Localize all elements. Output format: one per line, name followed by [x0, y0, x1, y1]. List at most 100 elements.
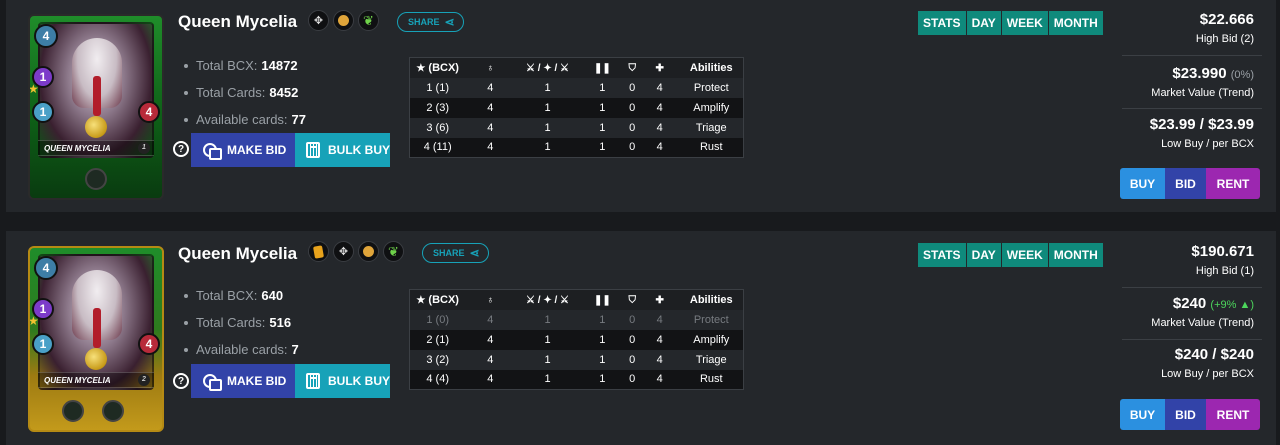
card-listing: 4 1 ★ 1 4 QUEEN MYCELIA 2 Queen Mycelia …	[6, 231, 1276, 445]
table-cell: Rust	[679, 137, 744, 158]
bulk-buy-label: BULK BUY	[328, 143, 390, 157]
table-row: 1 (1) 4 1 1 0 4 Protect	[409, 77, 744, 98]
table-row: 2 (1) 4 1 1 0 4 Amplify	[409, 329, 744, 350]
table-cell: 1	[579, 309, 625, 330]
table-cell: 1	[579, 77, 625, 98]
table-header-cell: ⚔ / ✦ / ⚔	[515, 57, 580, 78]
card-orb	[85, 116, 107, 138]
card-image[interactable]: 4 1 ★ 1 4 QUEEN MYCELIA 1	[28, 14, 164, 200]
neutral-icon	[358, 241, 379, 262]
table-cell: 4	[465, 117, 516, 138]
card-listing: 4 1 ★ 1 4 QUEEN MYCELIA 1 Queen Mycelia …	[6, 0, 1276, 212]
buy-button[interactable]: BUY	[1120, 168, 1165, 199]
low-buy: $240 / $240 Low Buy / per BCX	[1161, 346, 1254, 380]
tab-week[interactable]: WEEK	[1001, 243, 1048, 267]
help-icon[interactable]: ?	[173, 141, 189, 157]
share-button[interactable]: SHARE ⋖	[397, 12, 464, 32]
table-cell: 2 (1)	[409, 329, 466, 350]
attack-icon: ⚔ / ✦ / ⚔	[526, 62, 570, 74]
bid-button[interactable]: BID	[1165, 399, 1206, 430]
table-cell: 3 (6)	[409, 117, 466, 138]
tab-day[interactable]: DAY	[966, 11, 1001, 35]
tab-month[interactable]: MONTH	[1048, 243, 1103, 267]
table-cell: 1	[515, 309, 580, 330]
table-cell: 4 (11)	[409, 137, 466, 158]
share-icon: ⋖	[469, 246, 480, 260]
help-icon[interactable]: ?	[173, 373, 189, 389]
market-change: (+9% ▲)	[1210, 299, 1254, 311]
card-stats-list: Total BCX: 14872 Total Cards: 8452 Availab…	[184, 52, 306, 133]
card-figure-detail	[93, 308, 101, 348]
table-cell: 4	[639, 309, 680, 330]
rent-button[interactable]: RENT	[1206, 168, 1260, 199]
abilities-header: Abilities	[679, 289, 744, 310]
table-cell: 4	[639, 329, 680, 350]
star-icon: ★	[416, 294, 426, 306]
card-title[interactable]: Queen Mycelia	[178, 12, 297, 32]
table-header: ★ (BCX) ♁ ⚔ / ✦ / ⚔ ❚❚ ⛉ ✚ Abilities	[409, 57, 744, 78]
table-cell: 0	[624, 77, 640, 98]
make-bid-label: MAKE BID	[227, 374, 287, 388]
table-cell: 4	[639, 97, 680, 118]
table-header-cell: ★ (BCX)	[409, 289, 466, 310]
card-image[interactable]: 4 1 ★ 1 4 QUEEN MYCELIA 2	[28, 246, 164, 432]
make-bid-label: MAKE BID	[227, 143, 287, 157]
market-value-amount: $23.990	[1172, 65, 1227, 82]
table-header-cell: ⚔ / ✦ / ⚔	[515, 289, 580, 310]
speed-badge: 1	[32, 333, 54, 355]
market-value-label: Market Value	[1151, 87, 1216, 99]
table-cell: 0	[624, 97, 640, 118]
buy-button[interactable]: BUY	[1120, 399, 1165, 430]
market-value: $23.990 (0%) Market Value (Trend)	[1151, 65, 1254, 99]
speed-icon: ❚❚	[593, 294, 611, 306]
ability-icon	[62, 400, 84, 422]
coins-icon	[203, 143, 222, 160]
table-cell: 1	[579, 329, 625, 350]
calculator-icon	[306, 373, 320, 389]
bulk-buy-button[interactable]: BULK BUY	[295, 133, 390, 167]
rent-button[interactable]: RENT	[1206, 399, 1260, 430]
market-value-label: Market Value	[1151, 317, 1216, 329]
table-cell: 0	[624, 369, 640, 390]
abilities-header: Abilities	[679, 57, 744, 78]
coins-icon	[203, 374, 222, 391]
table-cell: 4	[465, 369, 516, 390]
table-cell: 1	[515, 77, 580, 98]
tab-week[interactable]: WEEK	[1001, 11, 1048, 35]
health-badge: 4	[138, 101, 160, 123]
tab-stats[interactable]: STATS	[918, 243, 966, 267]
table-cell: Amplify	[679, 329, 744, 350]
high-bid: $22.666 High Bid (2)	[1196, 11, 1254, 45]
table-cell: 0	[624, 329, 640, 350]
low-buy: $23.99 / $23.99 Low Buy / per BCX	[1150, 116, 1254, 150]
bid-button[interactable]: BID	[1165, 168, 1206, 199]
star-icon: ★	[416, 62, 426, 74]
make-bid-button[interactable]: MAKE BID	[191, 133, 295, 167]
stat-total-bcx: Total BCX: 640	[184, 282, 299, 309]
tab-month[interactable]: MONTH	[1048, 11, 1103, 35]
tab-stats[interactable]: STATS	[918, 11, 966, 35]
level-stats-table: ★ (BCX) ♁ ⚔ / ✦ / ⚔ ❚❚ ⛉ ✚ Abilities 1 (…	[409, 289, 744, 390]
tab-day[interactable]: DAY	[966, 243, 1001, 267]
table-cell: Amplify	[679, 97, 744, 118]
table-cell: 2 (3)	[409, 97, 466, 118]
table-cell: 4	[639, 137, 680, 158]
table-cell: 4	[639, 349, 680, 370]
bulk-buy-label: BULK BUY	[328, 374, 390, 388]
gold-foil-icon	[308, 241, 329, 262]
table-cell: 4	[465, 77, 516, 98]
market-trend: (Trend)	[1218, 87, 1254, 99]
card-nameplate: QUEEN MYCELIA 2	[38, 372, 154, 388]
chart-tabs: STATS DAY WEEK MONTH	[918, 11, 1103, 35]
low-buy-value: $240 / $240	[1174, 346, 1254, 363]
speed-badge: 1	[32, 101, 54, 123]
table-header-cell: ♁	[465, 289, 516, 310]
table-cell: 4	[465, 97, 516, 118]
make-bid-button[interactable]: MAKE BID	[191, 364, 295, 398]
calculator-icon	[306, 142, 320, 158]
bulk-buy-button[interactable]: BULK BUY	[295, 364, 390, 398]
share-button[interactable]: SHARE ⋖	[422, 243, 489, 263]
share-label: SHARE	[433, 248, 465, 258]
card-title[interactable]: Queen Mycelia	[178, 244, 297, 264]
chart-tabs: STATS DAY WEEK MONTH	[918, 243, 1103, 267]
